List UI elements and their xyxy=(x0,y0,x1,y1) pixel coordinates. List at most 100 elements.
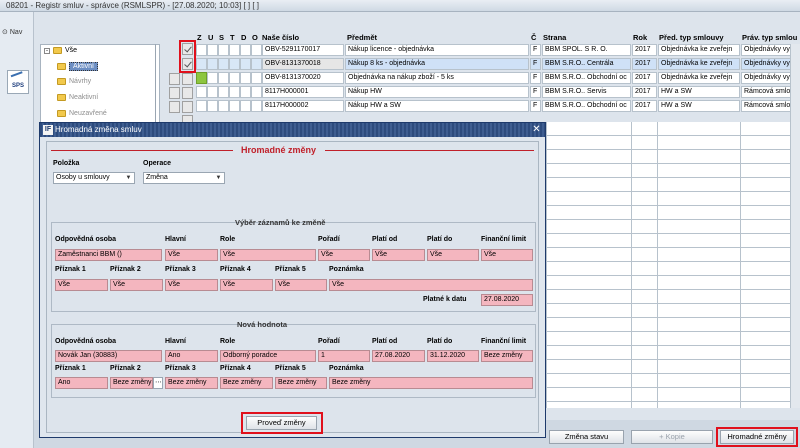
cell-nase-cislo[interactable]: OBV-5291170017 xyxy=(262,44,344,56)
cell-strana[interactable]: BBM S.R.O.. Servis xyxy=(542,86,631,98)
cell-predmet[interactable]: Nákup licence - objednávka xyxy=(345,44,529,56)
new-priznak-2[interactable]: Beze změny xyxy=(110,377,153,389)
filter-plati-od[interactable]: Vše xyxy=(372,249,425,261)
cell-rok[interactable]: 2017 xyxy=(632,100,657,112)
flag-cell xyxy=(196,100,207,112)
cell-strana[interactable]: BBM S.R.O.. Obchodní oc xyxy=(542,72,631,84)
new-odpovedna-osoba[interactable]: Novák Jan (30883) xyxy=(55,350,162,362)
new-priznak-1[interactable]: Ano xyxy=(55,377,108,389)
new-priznak-5[interactable]: Beze změny xyxy=(275,377,327,389)
col-header-c[interactable]: Č xyxy=(531,33,536,42)
cell-c[interactable]: F xyxy=(530,72,541,84)
col-header-nase-cislo[interactable]: Naše číslo xyxy=(262,33,299,42)
col-header-rok[interactable]: Rok xyxy=(633,33,647,42)
heading-rule-left xyxy=(51,150,233,151)
sps-icon[interactable]: SPS xyxy=(7,70,29,94)
polozka-select[interactable]: Osoby u smlouvy ▼ xyxy=(53,172,135,184)
field-label: Příznak 4 xyxy=(220,365,251,372)
cell-rok[interactable]: 2017 xyxy=(632,86,657,98)
grid-scrollbar[interactable] xyxy=(790,44,800,408)
cell-predmet[interactable]: Nákup HW a SW xyxy=(345,100,529,112)
cell-c[interactable]: F xyxy=(530,86,541,98)
dialog-title-bar[interactable]: Hromadná změna smluv xyxy=(40,123,545,137)
cell-predmet[interactable]: Nákup HW xyxy=(345,86,529,98)
tree-item-vse[interactable]: - Vše xyxy=(44,47,77,54)
new-financni-limit[interactable]: Beze změny xyxy=(481,350,533,362)
filter-priznak-1[interactable]: Vše xyxy=(55,279,108,291)
cell-predmet[interactable]: Objednávka na nákup zboží - 5 ks xyxy=(345,72,529,84)
field-label: Role xyxy=(220,338,236,345)
collapse-icon[interactable]: - xyxy=(44,47,50,54)
row-checkbox[interactable] xyxy=(169,101,180,113)
filter-priznak-4[interactable]: Vše xyxy=(220,279,273,291)
filter-poznamka[interactable]: Vše xyxy=(329,279,533,291)
col-header-prav-typ[interactable]: Práv. typ smlou xyxy=(742,33,797,42)
new-poznamka[interactable]: Beze změny xyxy=(329,377,533,389)
cell-c[interactable]: F xyxy=(530,58,541,70)
cell-strana[interactable]: BBM SPOL. S R. O. xyxy=(542,44,631,56)
row-checkbox[interactable] xyxy=(182,73,193,85)
operace-select[interactable]: Změna ▼ xyxy=(143,172,225,184)
tree-item-aktivni[interactable]: Aktivní xyxy=(57,62,99,71)
filter-financni-limit[interactable]: Vše xyxy=(481,249,533,261)
cell-c[interactable]: F xyxy=(530,100,541,112)
cell-rok[interactable]: 2017 xyxy=(632,58,657,70)
cell-c[interactable]: F xyxy=(530,44,541,56)
tree-item-neaktivni[interactable]: Neaktivní xyxy=(57,94,98,101)
platne-k-datu-field[interactable]: 27.08.2020 xyxy=(481,294,533,306)
cell-nase-cislo[interactable]: OBV-8131370018 xyxy=(262,58,344,70)
close-icon[interactable]: ✕ xyxy=(531,124,542,135)
col-header-predmet[interactable]: Předmět xyxy=(347,33,377,42)
cell-pred-typ[interactable]: HW a SW xyxy=(658,100,740,112)
row-checkbox[interactable] xyxy=(169,87,180,99)
new-poradi[interactable]: 1 xyxy=(318,350,370,362)
col-header-s: S xyxy=(219,33,225,42)
cell-pred-typ[interactable]: Objednávka ke zveřejn xyxy=(658,58,740,70)
kopie-button[interactable]: + Kopie xyxy=(631,430,713,444)
cell-nase-cislo[interactable]: 8117H000002 xyxy=(262,100,344,112)
new-priznak-4[interactable]: Beze změny xyxy=(220,377,273,389)
cell-predmet[interactable]: Nákup 8 ks - objednávka xyxy=(345,58,529,70)
field-label: Příznak 2 xyxy=(110,365,141,372)
zmena-stavu-button[interactable]: Změna stavu xyxy=(549,430,624,444)
filter-priznak-2[interactable]: Vše xyxy=(110,279,163,291)
cell-strana[interactable]: BBM S.R.O.. Centrála xyxy=(542,58,631,70)
filter-priznak-5[interactable]: Vše xyxy=(275,279,327,291)
cell-pred-typ[interactable]: HW a SW xyxy=(658,86,740,98)
cell-strana[interactable]: BBM S.R.O.. Obchodní oc xyxy=(542,100,631,112)
cell-nase-cislo[interactable]: 8117H000001 xyxy=(262,86,344,98)
new-plati-do[interactable]: 31.12.2020 xyxy=(427,350,479,362)
filter-plati-do[interactable]: Vše xyxy=(427,249,479,261)
filter-odpovedna-osoba[interactable]: Zaměstnanci BBM () xyxy=(55,249,162,261)
cell-rok[interactable]: 2017 xyxy=(632,72,657,84)
nav-label: Nav xyxy=(9,28,23,36)
new-role[interactable]: Odborný poradce xyxy=(220,350,316,362)
operace-label: Operace xyxy=(143,160,172,167)
filter-hlavni[interactable]: Vše xyxy=(165,249,218,261)
filter-poradi[interactable]: Vše xyxy=(318,249,370,261)
nav-button[interactable]: ⊙ Nav xyxy=(2,28,23,37)
filter-priznak-3[interactable]: Vše xyxy=(165,279,218,291)
row-checkbox[interactable] xyxy=(182,87,193,99)
field-label: Příznak 3 xyxy=(165,266,196,273)
new-plati-od[interactable]: 27.08.2020 xyxy=(372,350,425,362)
new-priznak-3[interactable]: Beze změny xyxy=(165,377,218,389)
polozka-value: Osoby u smlouvy xyxy=(56,174,110,181)
tree-label: Aktivní xyxy=(69,62,99,71)
filter-role[interactable]: Vše xyxy=(220,249,316,261)
more-icon[interactable]: ⋯ xyxy=(153,377,163,389)
field-label: Příznak 5 xyxy=(275,266,306,273)
tree-item-neuzavrene[interactable]: Neuzavřené xyxy=(57,110,107,117)
row-checkbox[interactable] xyxy=(182,101,193,113)
cell-pred-typ[interactable]: Objednávka ke zveřejn xyxy=(658,44,740,56)
new-hlavni[interactable]: Ano xyxy=(165,350,218,362)
row-checkbox[interactable] xyxy=(169,73,180,85)
cell-pred-typ[interactable]: Objednávka ke zveřejn xyxy=(658,72,740,84)
cell-rok[interactable]: 2017 xyxy=(632,44,657,56)
tree-item-navrhy[interactable]: Návrhy xyxy=(57,78,91,85)
cell-nase-cislo[interactable]: OBV-8131370020 xyxy=(262,72,344,84)
col-header-strana[interactable]: Strana xyxy=(543,33,566,42)
flag-cell xyxy=(229,58,240,70)
col-header-pred-typ[interactable]: Před. typ smlouvy xyxy=(659,33,724,42)
highlight-submit-button xyxy=(241,412,323,434)
